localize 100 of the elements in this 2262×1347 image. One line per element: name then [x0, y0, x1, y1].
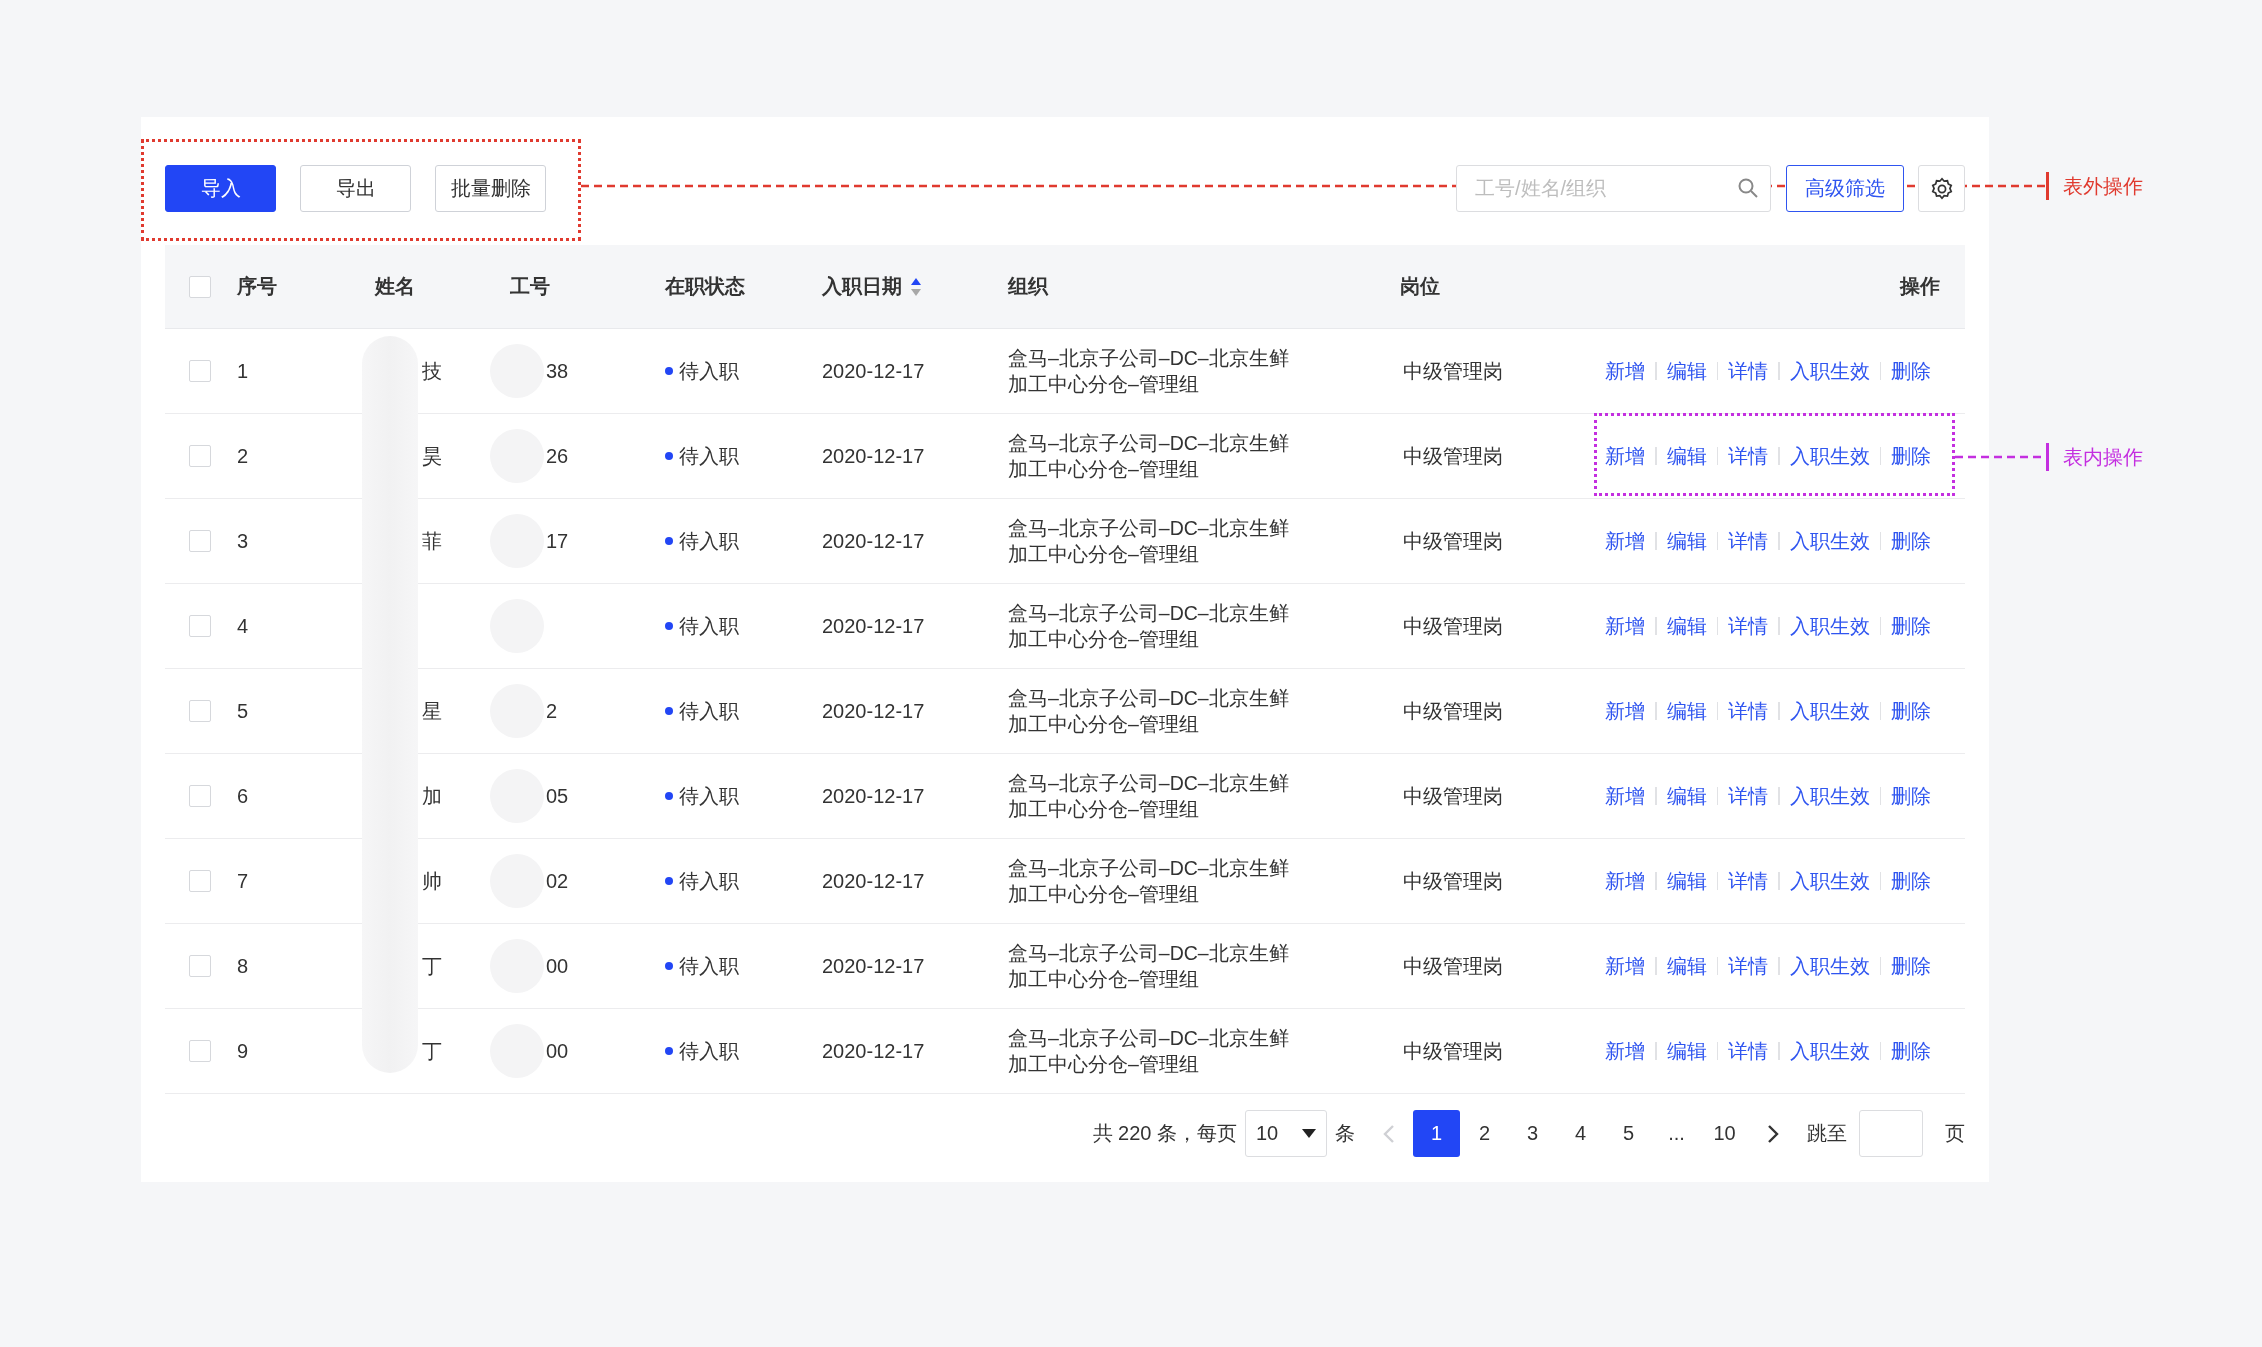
action-link[interactable]: 编辑 [1666, 1037, 1707, 1065]
action-link[interactable]: 入职生效 [1789, 442, 1870, 470]
action-link[interactable]: 入职生效 [1789, 527, 1870, 555]
table-cell: 1 [237, 359, 249, 382]
action-link[interactable]: 新增 [1605, 867, 1645, 895]
action-link[interactable]: 详情 [1728, 527, 1768, 555]
action-link[interactable]: 详情 [1728, 952, 1768, 980]
table-cell: 8 [237, 954, 249, 977]
row-checkbox[interactable] [189, 530, 211, 552]
action-link[interactable]: 入职生效 [1789, 612, 1870, 640]
settings-button[interactable] [1918, 165, 1965, 212]
column-header: 组织 [1008, 274, 1048, 299]
row-checkbox[interactable] [189, 870, 211, 892]
table-cell: 4 [237, 614, 249, 637]
row-checkbox[interactable] [189, 615, 211, 637]
table-cell: 2020-12-17 [822, 444, 925, 467]
table-cell-text: 盒马–北京子公司–DC–北京生鲜加工中心分仓–管理组 [1008, 771, 1290, 822]
page-button[interactable]: ... [1653, 1110, 1700, 1157]
table-cell-text: 盒马–北京子公司–DC–北京生鲜加工中心分仓–管理组 [1008, 941, 1290, 992]
table-cell: 2020-12-17 [822, 359, 925, 382]
action-link[interactable]: 新增 [1605, 357, 1645, 385]
table-cell-text: 盒马–北京子公司–DC–北京生鲜加工中心分仓–管理组 [1008, 431, 1290, 482]
action-link[interactable]: 详情 [1728, 867, 1768, 895]
action-link[interactable]: 新增 [1605, 782, 1645, 810]
table-cell-text: 盒马–北京子公司–DC–北京生鲜加工中心分仓–管理组 [1008, 601, 1290, 652]
action-link[interactable]: 删除 [1891, 442, 1931, 470]
page-size-select[interactable]: 10 [1245, 1110, 1327, 1157]
action-link[interactable]: 编辑 [1666, 952, 1707, 980]
annotation-label: 表内操作 [2063, 445, 2143, 470]
table-cell: 5 [237, 699, 249, 722]
row-checkbox[interactable] [189, 700, 211, 722]
search-field[interactable]: 工号/姓名/组织 [1456, 165, 1771, 212]
action-link[interactable]: 删除 [1891, 527, 1931, 555]
page-input[interactable] [1859, 1110, 1923, 1157]
action-link[interactable]: 新增 [1605, 612, 1645, 640]
action-link[interactable]: 新增 [1605, 1037, 1645, 1065]
action-link[interactable]: 删除 [1891, 782, 1931, 810]
action-link[interactable]: 入职生效 [1789, 697, 1870, 725]
column-header: 入职日期 [822, 274, 902, 299]
table-cell-text: 盒马–北京子公司–DC–北京生鲜加工中心分仓–管理组 [1008, 346, 1290, 397]
page-button[interactable]: 2 [1461, 1110, 1508, 1157]
action-link[interactable]: 删除 [1891, 1037, 1931, 1065]
table-cell: 7 [237, 869, 249, 892]
jump-label: 跳至 [1807, 1121, 1847, 1146]
action-link[interactable]: 入职生效 [1789, 952, 1870, 980]
action-link[interactable]: 详情 [1728, 612, 1768, 640]
page-button[interactable]: 4 [1557, 1110, 1604, 1157]
page-button[interactable]: 5 [1605, 1110, 1652, 1157]
action-link[interactable]: 详情 [1728, 442, 1768, 470]
status-text: 待入职 [679, 783, 739, 809]
action-link[interactable]: 详情 [1728, 697, 1768, 725]
action-link[interactable]: 新增 [1605, 952, 1645, 980]
select-all-checkbox[interactable] [189, 275, 211, 298]
column-header: 在职状态 [665, 274, 745, 299]
action-link[interactable]: 编辑 [1666, 527, 1707, 555]
row-checkbox[interactable] [189, 445, 211, 467]
action-link[interactable]: 编辑 [1666, 697, 1707, 725]
action-link[interactable]: 新增 [1605, 697, 1645, 725]
table-cell: 00 [546, 954, 569, 978]
action-link[interactable]: 入职生效 [1789, 867, 1870, 895]
action-link[interactable]: 编辑 [1666, 782, 1707, 810]
row-checkbox[interactable] [189, 1040, 211, 1062]
column-header: 岗位 [1400, 274, 1440, 299]
action-link[interactable]: 编辑 [1666, 357, 1707, 385]
action-link[interactable]: 删除 [1891, 952, 1931, 980]
action-link[interactable]: 编辑 [1666, 612, 1707, 640]
sort-icon[interactable] [910, 276, 922, 297]
action-link[interactable]: 详情 [1728, 357, 1768, 385]
table-cell: 星 [422, 699, 442, 722]
action-link[interactable]: 入职生效 [1789, 1037, 1870, 1065]
toolbar-button[interactable]: 批量删除 [435, 165, 546, 212]
column-header: 姓名 [375, 274, 415, 299]
action-link[interactable]: 新增 [1605, 442, 1645, 470]
column-header: 序号 [237, 274, 277, 299]
action-link[interactable]: 详情 [1728, 1037, 1768, 1065]
action-link[interactable]: 删除 [1891, 697, 1931, 725]
table-cell-text: 盒马–北京子公司–DC–北京生鲜加工中心分仓–管理组 [1008, 686, 1290, 737]
page-button[interactable]: 1 [1413, 1110, 1460, 1157]
row-checkbox[interactable] [189, 955, 211, 977]
toolbar-button[interactable]: 导出 [300, 165, 411, 212]
import-button[interactable]: 导入 [165, 165, 276, 212]
status-dot [665, 792, 673, 800]
table-cell: 技 [422, 359, 442, 382]
page-button[interactable]: 3 [1509, 1110, 1556, 1157]
page-button[interactable]: 10 [1701, 1110, 1748, 1157]
row-checkbox[interactable] [189, 360, 211, 382]
action-link[interactable]: 编辑 [1666, 867, 1707, 895]
advanced-filter-button[interactable]: 高级筛选 [1786, 165, 1904, 212]
action-link[interactable]: 删除 [1891, 357, 1931, 385]
action-link[interactable]: 编辑 [1666, 442, 1707, 470]
action-link[interactable]: 删除 [1891, 867, 1931, 895]
action-link[interactable]: 详情 [1728, 782, 1768, 810]
table-cell: 中级管理岗 [1403, 614, 1503, 637]
action-link[interactable]: 入职生效 [1789, 357, 1870, 385]
action-link[interactable]: 新增 [1605, 527, 1645, 555]
action-link[interactable]: 删除 [1891, 612, 1931, 640]
status-dot [665, 962, 673, 970]
row-checkbox[interactable] [189, 785, 211, 807]
table-cell: 昊 [422, 444, 442, 467]
action-link[interactable]: 入职生效 [1789, 782, 1870, 810]
